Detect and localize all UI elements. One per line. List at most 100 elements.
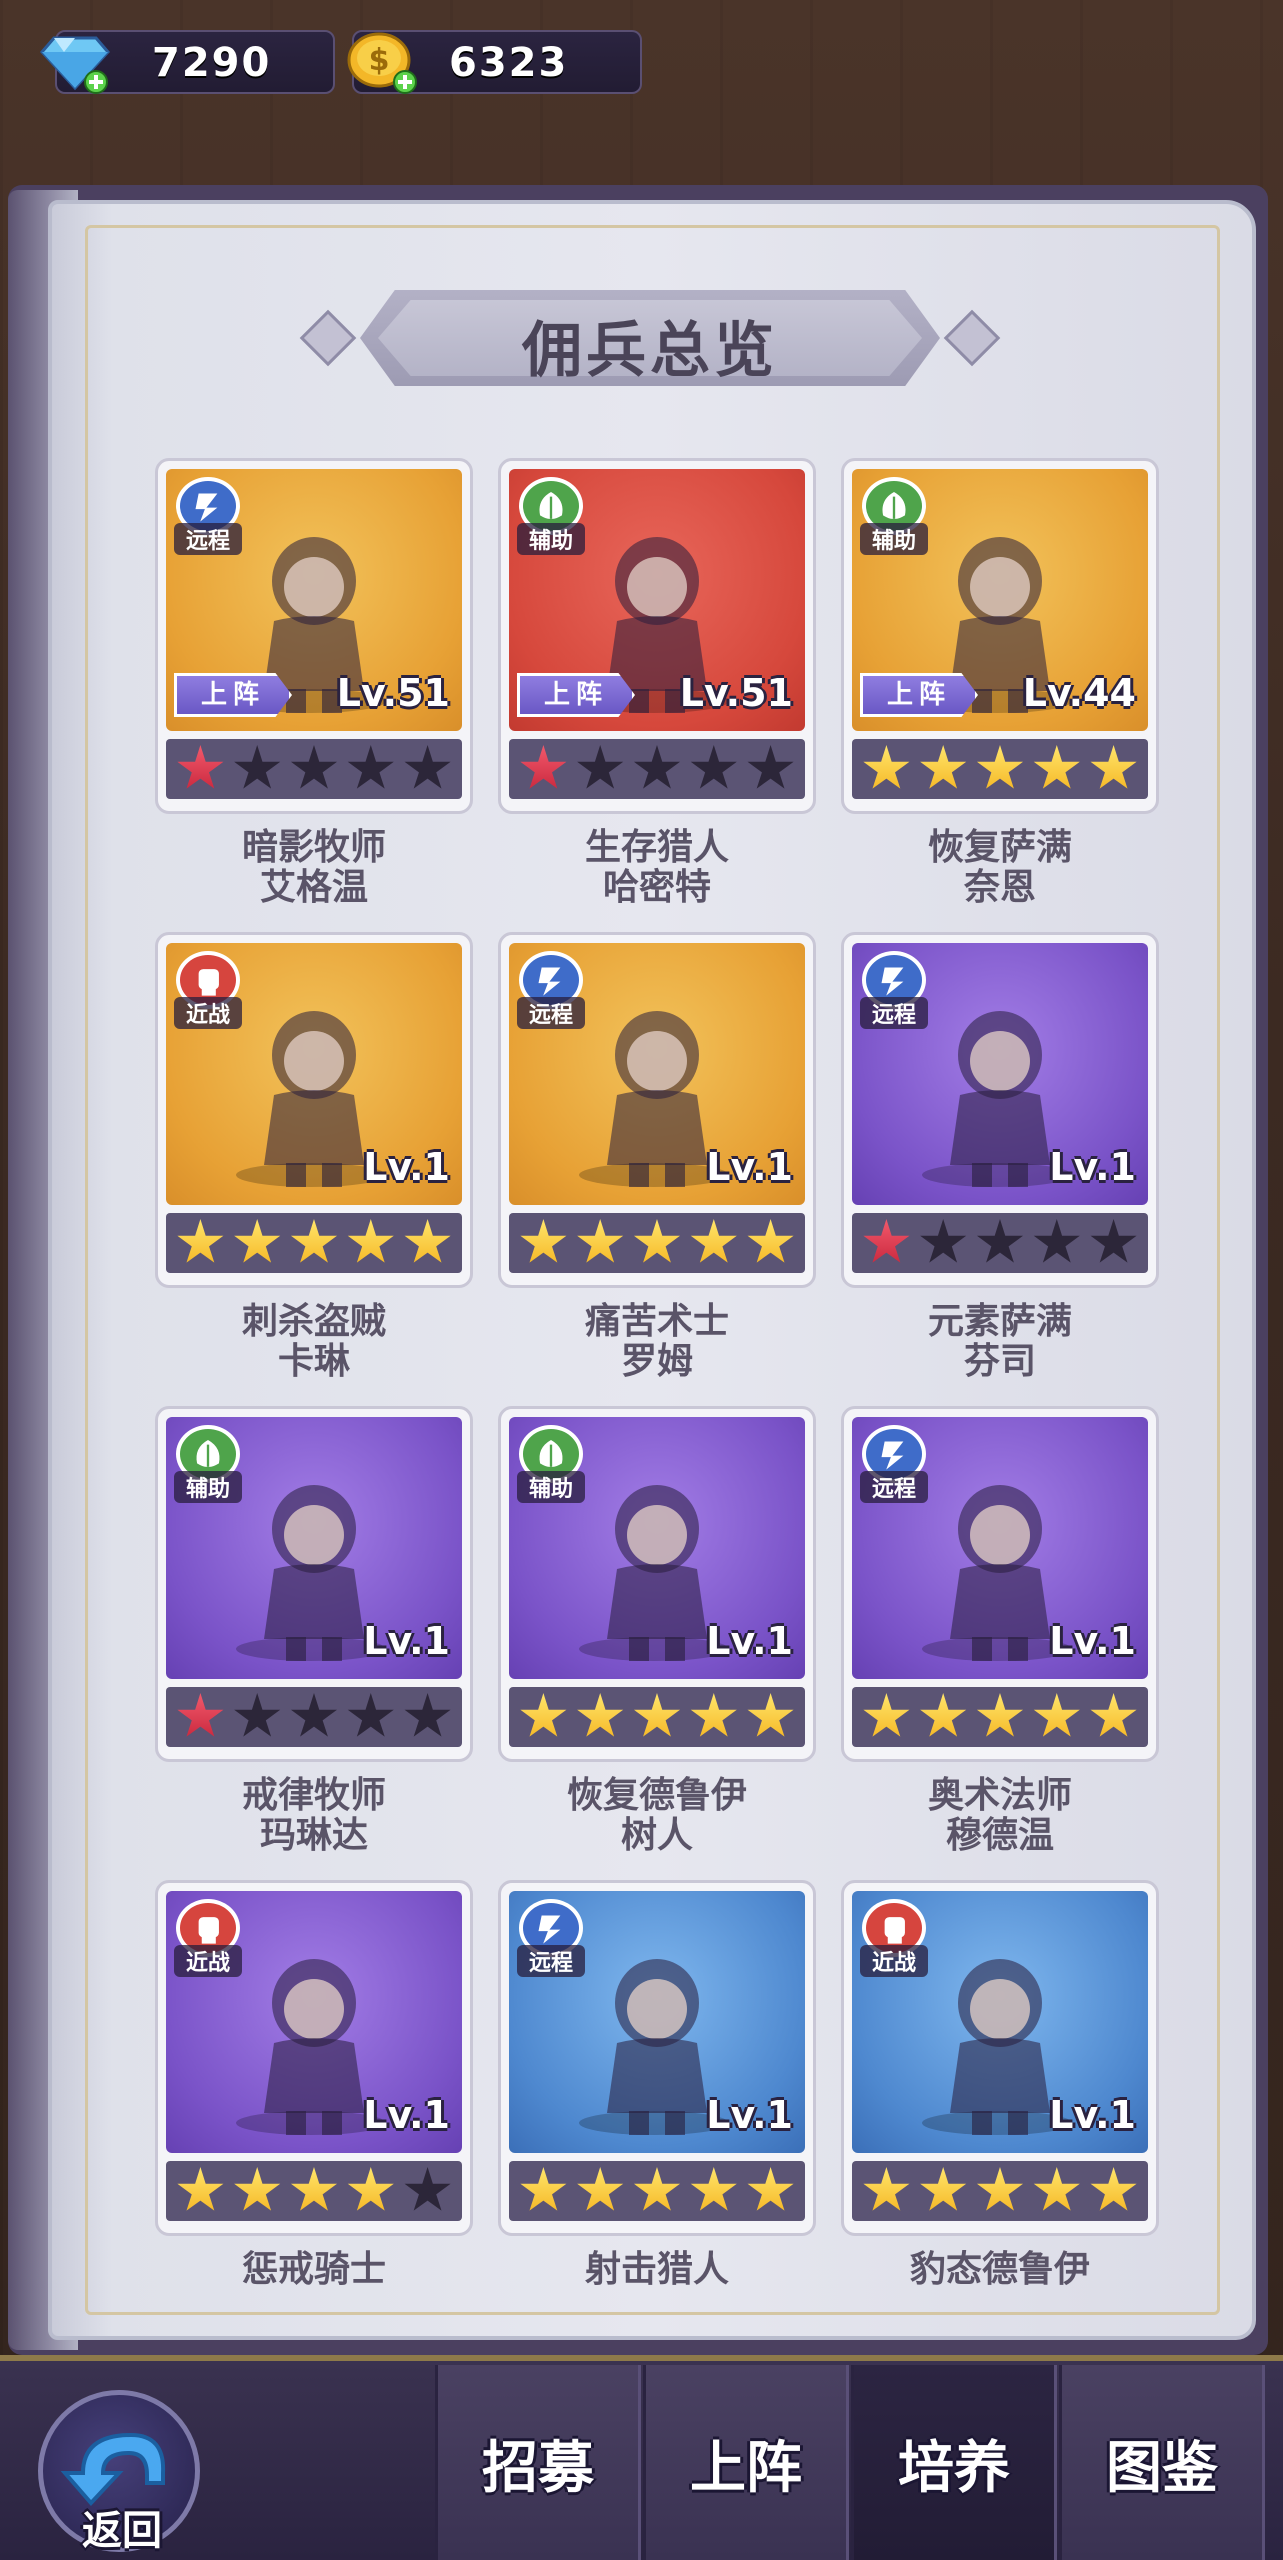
- mercenary-nickname: 艾格温: [259, 867, 368, 908]
- star-empty-icon: [976, 1219, 1024, 1263]
- level-label: Lv.1: [1049, 1145, 1136, 1189]
- star-filled-icon: [577, 1693, 624, 1737]
- level-label: Lv.51: [679, 671, 793, 715]
- star-filled-icon: [347, 2167, 394, 2211]
- star-filled-icon: [1090, 745, 1137, 789]
- star-filled-icon: [690, 1693, 737, 1737]
- level-label: Lv.1: [706, 1145, 793, 1189]
- star-rating: [166, 1687, 462, 1747]
- mercenary-name: 恢复萨满 奈恩: [830, 828, 1170, 908]
- star-filled-icon: [290, 2167, 338, 2211]
- mercenary-name: 痛苦术士 罗姆: [487, 1302, 827, 1382]
- mercenary-class: 恢复德鲁伊: [566, 1775, 747, 1816]
- mercenary-card[interactable]: 辅助上阵 Lv.44: [841, 458, 1159, 814]
- mercenary-card[interactable]: 远程 上阵 Lv.51: [155, 458, 473, 814]
- star-empty-icon: [747, 745, 794, 789]
- mercenary-nickname: 玛琳达: [259, 1815, 368, 1856]
- mercenary-nickname: 卡琳: [277, 1341, 350, 1382]
- star-empty-icon: [920, 1219, 967, 1263]
- role-badge: 远程: [854, 945, 936, 1033]
- mercenary-name: 元素萨满 芬司: [830, 1302, 1170, 1382]
- role-badge: 远程: [511, 1893, 593, 1981]
- star-filled-icon: [520, 1693, 567, 1737]
- mercenary-card[interactable]: 辅助 Lv.1: [155, 1406, 473, 1762]
- star-rating: [852, 2161, 1148, 2221]
- tab-recruit-label: 招募: [482, 2436, 594, 2501]
- star-filled-icon: [404, 1219, 451, 1263]
- star-empty-icon: [234, 745, 281, 789]
- mercenary-portrait: 辅助上阵 Lv.51: [509, 469, 805, 731]
- star-filled-icon: [690, 2167, 737, 2211]
- star-rating: [852, 1213, 1148, 1273]
- level-label: Lv.1: [363, 1145, 450, 1189]
- title-banner: 佣兵总览: [299, 290, 1001, 386]
- role-badge: 近战: [854, 1893, 936, 1981]
- mercenary-nickname: 哈密特: [602, 867, 711, 908]
- star-rating: [509, 1213, 805, 1273]
- star-empty-icon: [690, 745, 737, 789]
- star-rating: [852, 1687, 1148, 1747]
- level-label: Lv.1: [706, 1619, 793, 1663]
- mercenary-name: 射击猎人: [487, 2250, 827, 2290]
- star-filled-icon: [976, 2167, 1024, 2211]
- star-rating: [852, 739, 1148, 799]
- star-filled-icon: [177, 1693, 224, 1737]
- mercenary-card[interactable]: 近战 Lv.1: [841, 1880, 1159, 2236]
- star-filled-icon: [1090, 2167, 1137, 2211]
- role-label: 辅助: [517, 523, 585, 555]
- star-filled-icon: [747, 1693, 794, 1737]
- star-filled-icon: [177, 2167, 224, 2211]
- tab-recruit[interactable]: 招募: [435, 2365, 641, 2560]
- deployed-tag: 上阵: [517, 673, 635, 717]
- star-filled-icon: [976, 1693, 1024, 1737]
- star-filled-icon: [747, 2167, 794, 2211]
- mercenary-card[interactable]: 近战 Lv.1: [155, 932, 473, 1288]
- mercenary-class: 戒律牧师: [241, 1775, 386, 1816]
- mercenary-nickname: 芬司: [963, 1341, 1036, 1382]
- star-filled-icon: [234, 2167, 281, 2211]
- level-label: Lv.1: [363, 2093, 450, 2137]
- star-empty-icon: [633, 745, 681, 789]
- star-empty-icon: [1033, 1219, 1080, 1263]
- star-filled-icon: [690, 1219, 737, 1263]
- star-filled-icon: [177, 1219, 224, 1263]
- level-label: Lv.51: [336, 671, 450, 715]
- star-filled-icon: [577, 2167, 624, 2211]
- star-filled-icon: [347, 1219, 394, 1263]
- star-filled-icon: [633, 2167, 681, 2211]
- mercenary-portrait: 近战 Lv.1: [166, 943, 462, 1205]
- star-empty-icon: [290, 1693, 338, 1737]
- mercenary-nickname: 罗姆: [620, 1341, 693, 1382]
- mercenary-card[interactable]: 近战 Lv.1: [155, 1880, 473, 2236]
- mercenary-card[interactable]: 辅助上阵 Lv.51: [498, 458, 816, 814]
- tab-codex-label: 图鉴: [1106, 2436, 1218, 2501]
- tab-train[interactable]: 培养: [851, 2365, 1057, 2560]
- role-badge: 远程: [168, 471, 250, 559]
- star-filled-icon: [920, 745, 967, 789]
- mercenary-class: 暗影牧师: [241, 827, 386, 868]
- level-label: Lv.1: [363, 1619, 450, 1663]
- mercenary-card[interactable]: 远程 Lv.1: [498, 1880, 816, 2236]
- star-filled-icon: [577, 1219, 624, 1263]
- tab-deploy[interactable]: 上阵: [643, 2365, 849, 2560]
- level-label: Lv.44: [1022, 671, 1136, 715]
- star-empty-icon: [290, 745, 338, 789]
- mercenary-card[interactable]: 辅助 Lv.1: [498, 1406, 816, 1762]
- star-rating: [509, 1687, 805, 1747]
- role-label: 远程: [517, 1945, 585, 1977]
- deployed-tag: 上阵: [860, 673, 978, 717]
- mercenary-card[interactable]: 远程 Lv.1: [498, 932, 816, 1288]
- star-rating: [166, 2161, 462, 2221]
- mercenary-nickname: 穆德温: [945, 1815, 1054, 1856]
- gem-value: 7290: [152, 40, 272, 86]
- mercenary-card[interactable]: 远程 Lv.1: [841, 1406, 1159, 1762]
- tab-codex[interactable]: 图鉴: [1059, 2365, 1265, 2560]
- role-label: 辅助: [174, 1471, 242, 1503]
- mercenary-portrait: 辅助 Lv.1: [166, 1417, 462, 1679]
- role-label: 远程: [517, 997, 585, 1029]
- role-badge: 辅助: [854, 471, 936, 559]
- mercenary-card[interactable]: 远程 Lv.1: [841, 932, 1159, 1288]
- star-filled-icon: [290, 1219, 338, 1263]
- mercenary-portrait: 辅助上阵 Lv.44: [852, 469, 1148, 731]
- mercenary-class: 生存猎人: [584, 827, 729, 868]
